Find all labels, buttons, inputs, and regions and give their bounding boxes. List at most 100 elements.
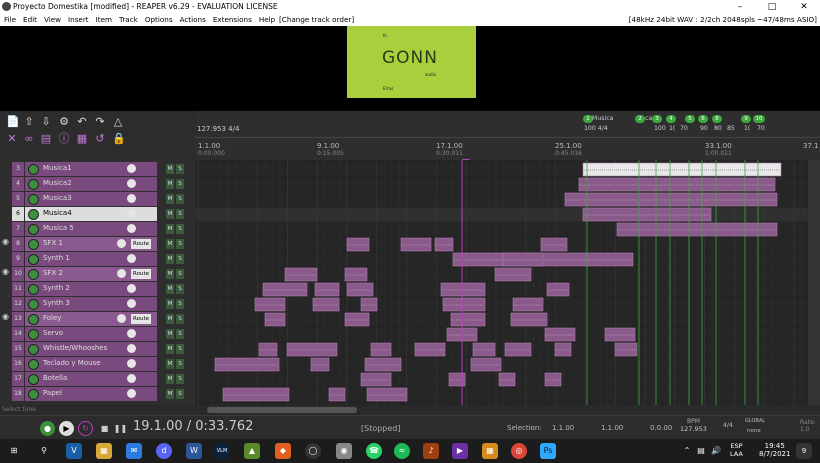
metronome-icon[interactable]: △ [112,116,124,128]
selection-length[interactable]: 0.0.00 [650,424,672,432]
volume-knob[interactable] [117,314,126,323]
volume-knob[interactable] [117,269,126,278]
track-name[interactable]: Foley [43,314,61,322]
menu-insert[interactable]: Insert [68,15,89,24]
track-header[interactable]: Synth 1 [25,252,157,266]
solo-button[interactable]: S [176,194,184,204]
track-row[interactable]: 7 Musica 5 MS [0,222,195,237]
track-row[interactable]: 14 Servo M S [0,327,195,342]
grid-snap-icon[interactable]: ▦ [76,133,88,145]
record-arm-button[interactable] [28,389,39,400]
bpm-value[interactable]: 127.953 [680,425,707,433]
mute-button[interactable]: M [166,239,174,249]
solo-button[interactable]: S [176,209,184,219]
volume-knob[interactable] [127,179,136,188]
selection-end[interactable]: 1.1.00 [601,424,623,432]
mute-button[interactable]: M [166,374,174,384]
record-arm-button[interactable] [28,344,39,355]
track-row[interactable]: 16 Teclado y Mouse M S [0,357,195,372]
vertical-scrollbar[interactable] [808,160,820,405]
record-arm-button[interactable] [28,164,39,175]
track-header[interactable]: Foley Route [25,312,157,326]
envelope-lock-icon[interactable]: ↺ [94,133,106,145]
solo-button[interactable]: S [176,269,184,279]
mute-button[interactable]: M [166,179,174,189]
marker-3[interactable]: 3 [652,115,662,123]
track-row[interactable]: 11 Synth 2 MS [0,282,195,297]
track-header[interactable]: Musica1 [25,162,157,176]
open-project-icon[interactable]: ⇧ [23,116,35,128]
track-name[interactable]: SFX 1 [43,239,63,247]
track-row[interactable]: 15 Whistle/Whooshes M S [0,342,195,357]
solo-button[interactable]: S [176,239,184,249]
volume-knob[interactable] [127,329,136,338]
solo-button[interactable]: S [176,299,184,309]
solo-button[interactable]: S [176,179,184,189]
volume-knob[interactable] [127,164,136,173]
track-header[interactable]: Musica 5 [25,222,157,236]
horizontal-scroll-thumb[interactable] [207,407,357,413]
track-name[interactable]: Synth 3 [43,299,70,307]
photoshop-icon[interactable]: Ps [540,443,556,459]
change-track-order-menu[interactable]: [Change track order] [279,15,354,24]
save-project-icon[interactable]: ⇩ [40,116,52,128]
volume-knob[interactable] [127,194,136,203]
pause-button[interactable]: ❚❚ [113,421,128,436]
new-project-icon[interactable]: 📄 [6,116,20,128]
audio-device-status[interactable]: [48kHz 24bit WAV : 2/2ch 2048spls ~47/48… [629,15,817,24]
repeat-button[interactable]: ↻ [78,421,93,436]
menu-file[interactable]: File [4,15,16,24]
marker-5[interactable]: 5 [685,115,695,123]
record-arm-button[interactable] [28,254,39,265]
track-header[interactable]: Musica2 [25,177,157,191]
maximize-icon[interactable]: □ [756,0,788,14]
solo-button[interactable]: S [176,374,184,384]
trim-icon[interactable]: ▤ [40,133,52,145]
vegas-app-icon[interactable]: V [66,443,82,459]
record-arm-button[interactable] [28,224,39,235]
mute-button[interactable]: M [166,224,174,234]
mute-button[interactable]: M [166,209,174,219]
track-row[interactable]: 17 Botella M S [0,372,195,387]
track-row[interactable]: 18 Papel M S [0,387,195,402]
track-name[interactable]: Musica 5 [43,224,74,232]
menu-edit[interactable]: Edit [23,15,37,24]
volume-knob[interactable] [127,374,136,383]
folder-icon[interactable]: ◉ [2,267,9,276]
mute-button[interactable]: M [166,314,174,324]
record-arm-button[interactable] [28,299,39,310]
mute-button[interactable]: M [166,254,174,264]
track-row[interactable]: 4 Musica2 M S [0,177,195,192]
track-name[interactable]: Teclado y Mouse [43,359,101,367]
track-row[interactable]: 12 Synth 3 MS [0,297,195,312]
volume-knob[interactable] [127,209,136,218]
volume-knob[interactable] [127,344,136,353]
mute-button[interactable]: M [166,284,174,294]
track-row[interactable]: 3 Musica1 M S [0,162,195,177]
track-name[interactable]: Whistle/Whooshes [43,344,107,352]
track-name[interactable]: SFX 2 [43,269,63,277]
marker-10[interactable]: 10 [753,115,765,123]
track-name[interactable]: Musica1 [43,164,72,172]
windows-start-icon[interactable]: ⊞ [6,443,22,459]
track-header[interactable]: Whistle/Whooshes [25,342,157,356]
reaper-taskbar-icon[interactable]: ◯ [305,443,321,459]
solo-button[interactable]: S [176,284,184,294]
volume-knob[interactable] [127,359,136,368]
record-arm-button[interactable] [28,239,39,250]
mail-app-icon[interactable]: ✉ [126,443,142,459]
track-header[interactable]: Synth 2 [25,282,157,296]
volume-knob[interactable] [127,284,136,293]
play-button[interactable]: ▶ [59,421,74,436]
track-row[interactable]: ◉ 13 Foley Route M S [0,312,195,327]
track-header[interactable]: Musica3 [25,192,157,206]
record-arm-button[interactable] [28,209,39,220]
volume-knob[interactable] [117,239,126,248]
record-arm-button[interactable] [28,269,39,280]
track-name[interactable]: Musica3 [43,194,72,202]
track-row[interactable]: ◉ 10 SFX 2 Route M S [0,267,195,282]
fl-studio-icon[interactable]: ◆ [275,443,291,459]
solo-button[interactable]: S [176,314,184,324]
volume-knob[interactable] [127,299,136,308]
time-signature[interactable]: 4/4 [723,422,733,429]
